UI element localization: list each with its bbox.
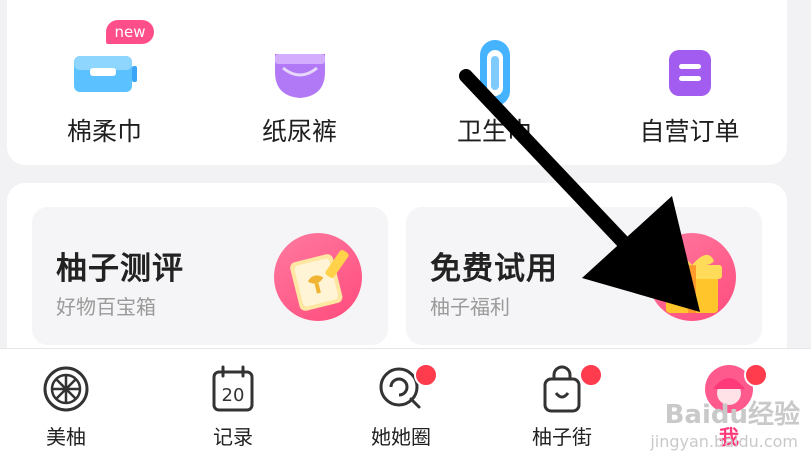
annotation-arrow bbox=[459, 69, 700, 312]
